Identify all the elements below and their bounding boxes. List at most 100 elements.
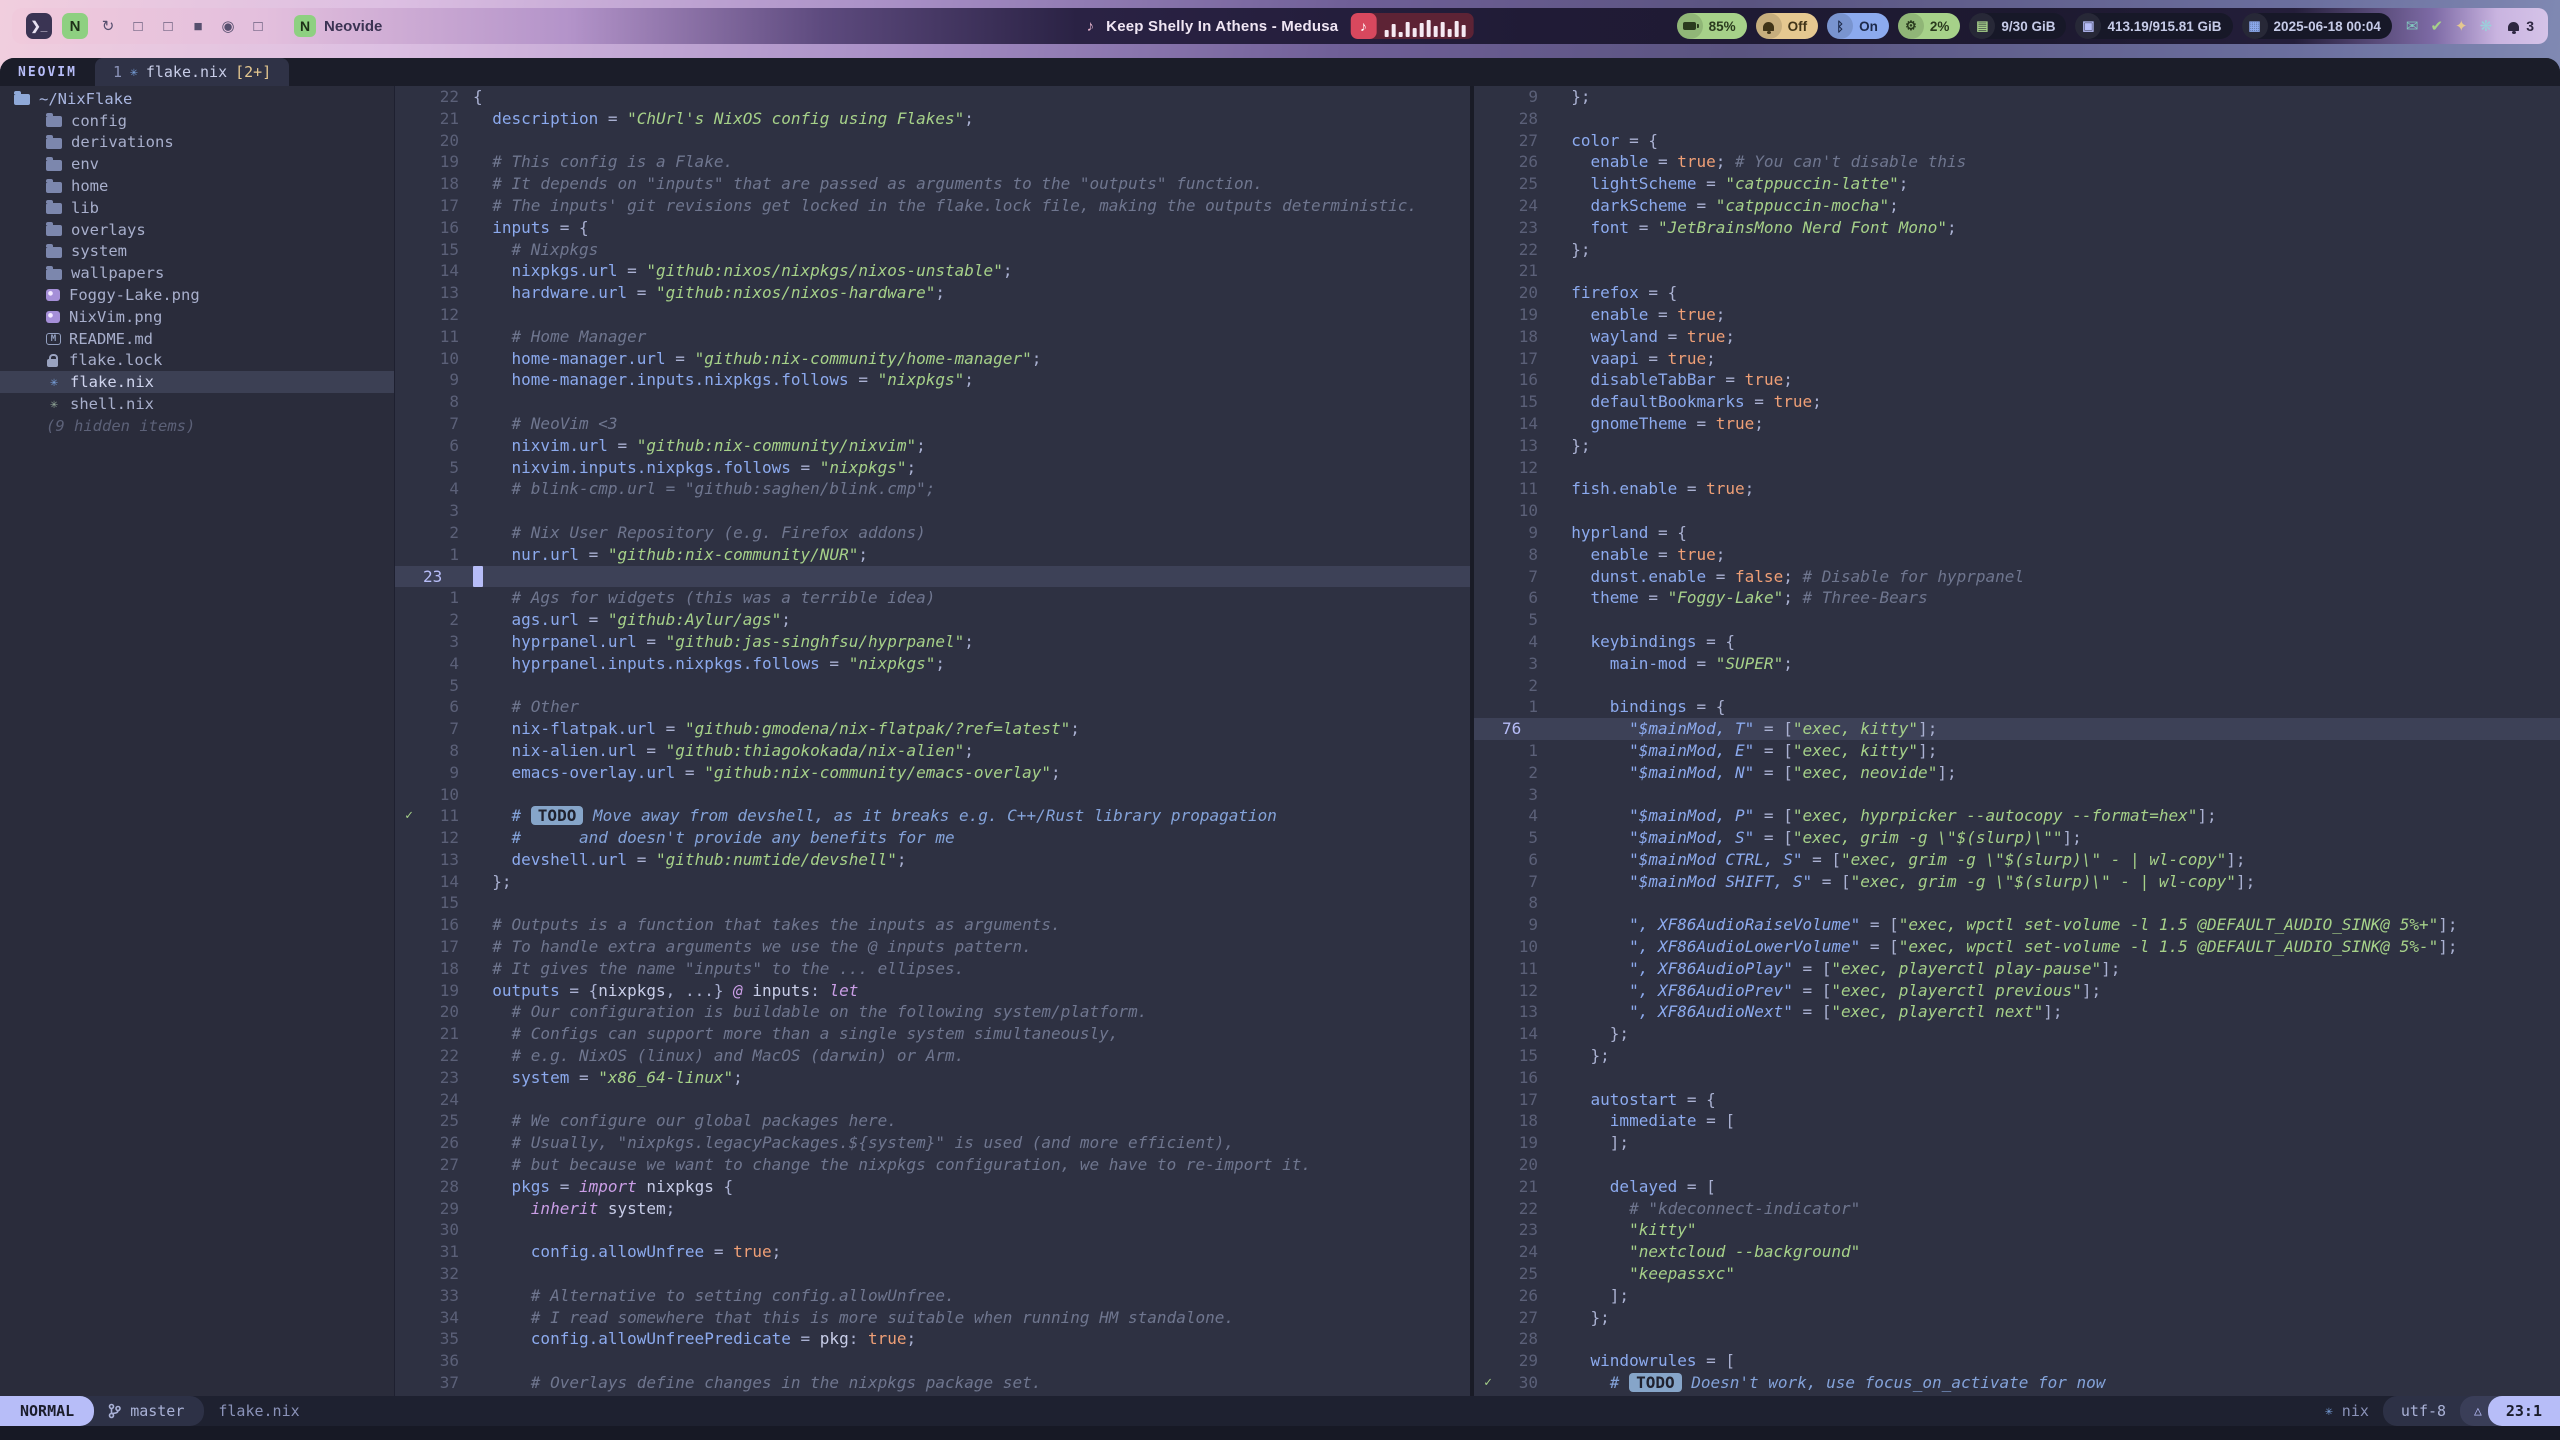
music-player-module[interactable]: ♪ Keep Shelly In Athens - Medusa ♪ — [1087, 13, 1474, 39]
code-line[interactable]: 31 config.allowUnfree = true; — [395, 1241, 1470, 1263]
code-line[interactable]: 18 # It depends on "inputs" that are pas… — [395, 173, 1470, 195]
sync-check-tray-icon[interactable]: ✔ — [2430, 17, 2443, 35]
code-line[interactable]: 9 home-manager.inputs.nixpkgs.follows = … — [395, 369, 1470, 391]
code-line[interactable]: 3 hyprpanel.url = "github:jas-singhfsu/h… — [395, 631, 1470, 653]
code-line[interactable]: 7 # NeoVim <3 — [395, 413, 1470, 435]
code-line[interactable]: 27 # but because we want to change the n… — [395, 1154, 1470, 1176]
code-line[interactable]: 16 inputs = { — [395, 217, 1470, 239]
code-line[interactable]: 25 "keepassxc" — [1474, 1263, 2560, 1285]
code-line[interactable]: 7 nix-flatpak.url = "github:gmodena/nix-… — [395, 718, 1470, 740]
code-line[interactable]: 11 ", XF86AudioPlay" = ["exec, playerctl… — [1474, 958, 2560, 980]
code-line[interactable]: 21 delayed = [ — [1474, 1176, 2560, 1198]
window-title-module[interactable]: N Neovide — [294, 15, 382, 37]
code-line[interactable]: 12 ", XF86AudioPrev" = ["exec, playerctl… — [1474, 980, 2560, 1002]
code-line[interactable]: 5 — [395, 675, 1470, 697]
code-line[interactable]: 13 }; — [1474, 435, 2560, 457]
code-line[interactable]: 15 defaultBookmarks = true; — [1474, 391, 2560, 413]
code-line[interactable]: 9 hyprland = { — [1474, 522, 2560, 544]
code-line[interactable]: 30 — [395, 1219, 1470, 1241]
tree-item-shell-nix[interactable]: ✳shell.nix — [0, 393, 394, 415]
code-line[interactable]: 23 font = "JetBrainsMono Nerd Font Mono"… — [1474, 217, 2560, 239]
code-line[interactable]: 28 — [1474, 1328, 2560, 1350]
code-line[interactable]: 24 darkScheme = "catppuccin-mocha"; — [1474, 195, 2560, 217]
code-line[interactable]: 5 — [1474, 609, 2560, 631]
code-line[interactable]: 76 "$mainMod, T" = ["exec, kitty"]; — [1474, 718, 2560, 740]
code-line[interactable]: 16 # Outputs is a function that takes th… — [395, 914, 1470, 936]
code-line[interactable]: 8 — [1474, 892, 2560, 914]
code-line[interactable]: 14 }; — [395, 871, 1470, 893]
code-line[interactable]: 10 — [1474, 500, 2560, 522]
code-line[interactable]: 3 main-mod = "SUPER"; — [1474, 653, 2560, 675]
code-line[interactable]: 5 nixvim.inputs.nixpkgs.follows = "nixpk… — [395, 457, 1470, 479]
code-line[interactable]: 27 }; — [1474, 1307, 2560, 1329]
workspace-neovide[interactable]: N — [62, 13, 88, 39]
code-line[interactable]: 29 inherit system; — [395, 1198, 1470, 1220]
workspace-3[interactable]: ↻ — [98, 13, 118, 39]
code-line[interactable]: 18 # It gives the name "inputs" to the .… — [395, 958, 1470, 980]
code-line[interactable]: 25 # We configure our global packages he… — [395, 1110, 1470, 1132]
code-line[interactable]: 23 "kitty" — [1474, 1219, 2560, 1241]
tree-item-foggy-lake-png[interactable]: Foggy-Lake.png — [0, 284, 394, 306]
code-line[interactable]: ✓30 # TODO Doesn't work, use focus_on_ac… — [1474, 1372, 2560, 1394]
git-branch[interactable]: master — [80, 1396, 204, 1426]
code-line[interactable]: 14 nixpkgs.url = "github:nixos/nixpkgs/n… — [395, 260, 1470, 282]
code-line[interactable]: 16 disableTabBar = true; — [1474, 369, 2560, 391]
code-line[interactable]: 28 pkgs = import nixpkgs { — [395, 1176, 1470, 1198]
code-line[interactable]: 15 }; — [1474, 1045, 2560, 1067]
tree-item-env[interactable]: env — [0, 153, 394, 175]
code-line[interactable]: 35 config.allowUnfreePredicate = pkg: tr… — [395, 1328, 1470, 1350]
code-line[interactable]: 4 keybindings = { — [1474, 631, 2560, 653]
code-line[interactable]: 6 "$mainMod CTRL, S" = ["exec, grim -g \… — [1474, 849, 2560, 871]
tree-item--nixflake[interactable]: ~/NixFlake — [0, 88, 394, 110]
code-line[interactable]: 4 hyprpanel.inputs.nixpkgs.follows = "ni… — [395, 653, 1470, 675]
tree-item-readme-md[interactable]: MREADME.md — [0, 328, 394, 350]
code-line[interactable]: 2 "$mainMod, N" = ["exec, neovide"]; — [1474, 762, 2560, 784]
key-tray-icon[interactable]: ✦ — [2455, 17, 2468, 35]
workspace-6[interactable]: ■ — [188, 13, 208, 39]
code-line[interactable]: 34 # I read somewhere that this is more … — [395, 1307, 1470, 1329]
code-line[interactable]: 19 enable = true; — [1474, 304, 2560, 326]
code-line[interactable]: 29 windowrules = [ — [1474, 1350, 2560, 1372]
tree-item-flake-lock[interactable]: flake.lock — [0, 350, 394, 372]
tree-item-nixvim-png[interactable]: NixVim.png — [0, 306, 394, 328]
code-line[interactable]: 12 — [395, 304, 1470, 326]
code-line[interactable]: 10 — [395, 784, 1470, 806]
clock-module[interactable]: ▦2025-06-18 00:04 — [2242, 13, 2392, 39]
code-line[interactable]: 26 ]; — [1474, 1285, 2560, 1307]
code-line[interactable]: 15 — [395, 892, 1470, 914]
code-line[interactable]: 9 ", XF86AudioRaiseVolume" = ["exec, wpc… — [1474, 914, 2560, 936]
tree-item-lib[interactable]: lib — [0, 197, 394, 219]
tree-item-flake-nix[interactable]: ✳flake.nix — [0, 371, 394, 393]
code-line[interactable]: 20 — [395, 130, 1470, 152]
code-line[interactable]: 8 nix-alien.url = "github:thiagokokada/n… — [395, 740, 1470, 762]
code-line[interactable]: 21 # Configs can support more than a sin… — [395, 1023, 1470, 1045]
code-line[interactable]: 17 # The inputs' git revisions get locke… — [395, 195, 1470, 217]
paw-tray-icon[interactable]: ❋ — [2480, 17, 2493, 35]
code-line[interactable]: 7 dunst.enable = false; # Disable for hy… — [1474, 566, 2560, 588]
code-line[interactable]: 11 fish.enable = true; — [1474, 478, 2560, 500]
workspace-5[interactable]: □ — [158, 13, 178, 39]
code-line[interactable]: 27 color = { — [1474, 130, 2560, 152]
code-line[interactable]: 4 "$mainMod, P" = ["exec, hyprpicker --a… — [1474, 805, 2560, 827]
code-line[interactable]: 2 — [1474, 675, 2560, 697]
code-line[interactable]: 24 "nextcloud --background" — [1474, 1241, 2560, 1263]
code-line[interactable]: 26 # Usually, "nixpkgs.legacyPackages.${… — [395, 1132, 1470, 1154]
workspace-8[interactable]: □ — [248, 13, 268, 39]
mail-tray-icon[interactable]: ✉ — [2406, 17, 2419, 35]
tree-item-overlays[interactable]: overlays — [0, 219, 394, 241]
code-line[interactable]: 1 "$mainMod, E" = ["exec, kitty"]; — [1474, 740, 2560, 762]
battery-module[interactable]: 85% — [1677, 13, 1747, 39]
code-line[interactable]: 20 # Our configuration is buildable on t… — [395, 1001, 1470, 1023]
code-line[interactable]: 17 vaapi = true; — [1474, 348, 2560, 370]
tree-item-config[interactable]: config — [0, 110, 394, 132]
code-line[interactable]: 6 # Other — [395, 696, 1470, 718]
code-line[interactable]: 22 }; — [1474, 239, 2560, 261]
code-line[interactable]: 37 # Overlays define changes in the nixp… — [395, 1372, 1470, 1394]
code-line[interactable]: 8 — [395, 391, 1470, 413]
code-line[interactable]: 3 — [1474, 784, 2560, 806]
code-line[interactable]: 14 gnomeTheme = true; — [1474, 413, 2560, 435]
code-line[interactable]: 23 — [395, 566, 1470, 588]
code-line[interactable]: 17 # To handle extra arguments we use th… — [395, 936, 1470, 958]
disk-module[interactable]: ▣413.19/915.81 GiB — [2075, 13, 2232, 39]
code-line[interactable]: 14 }; — [1474, 1023, 2560, 1045]
